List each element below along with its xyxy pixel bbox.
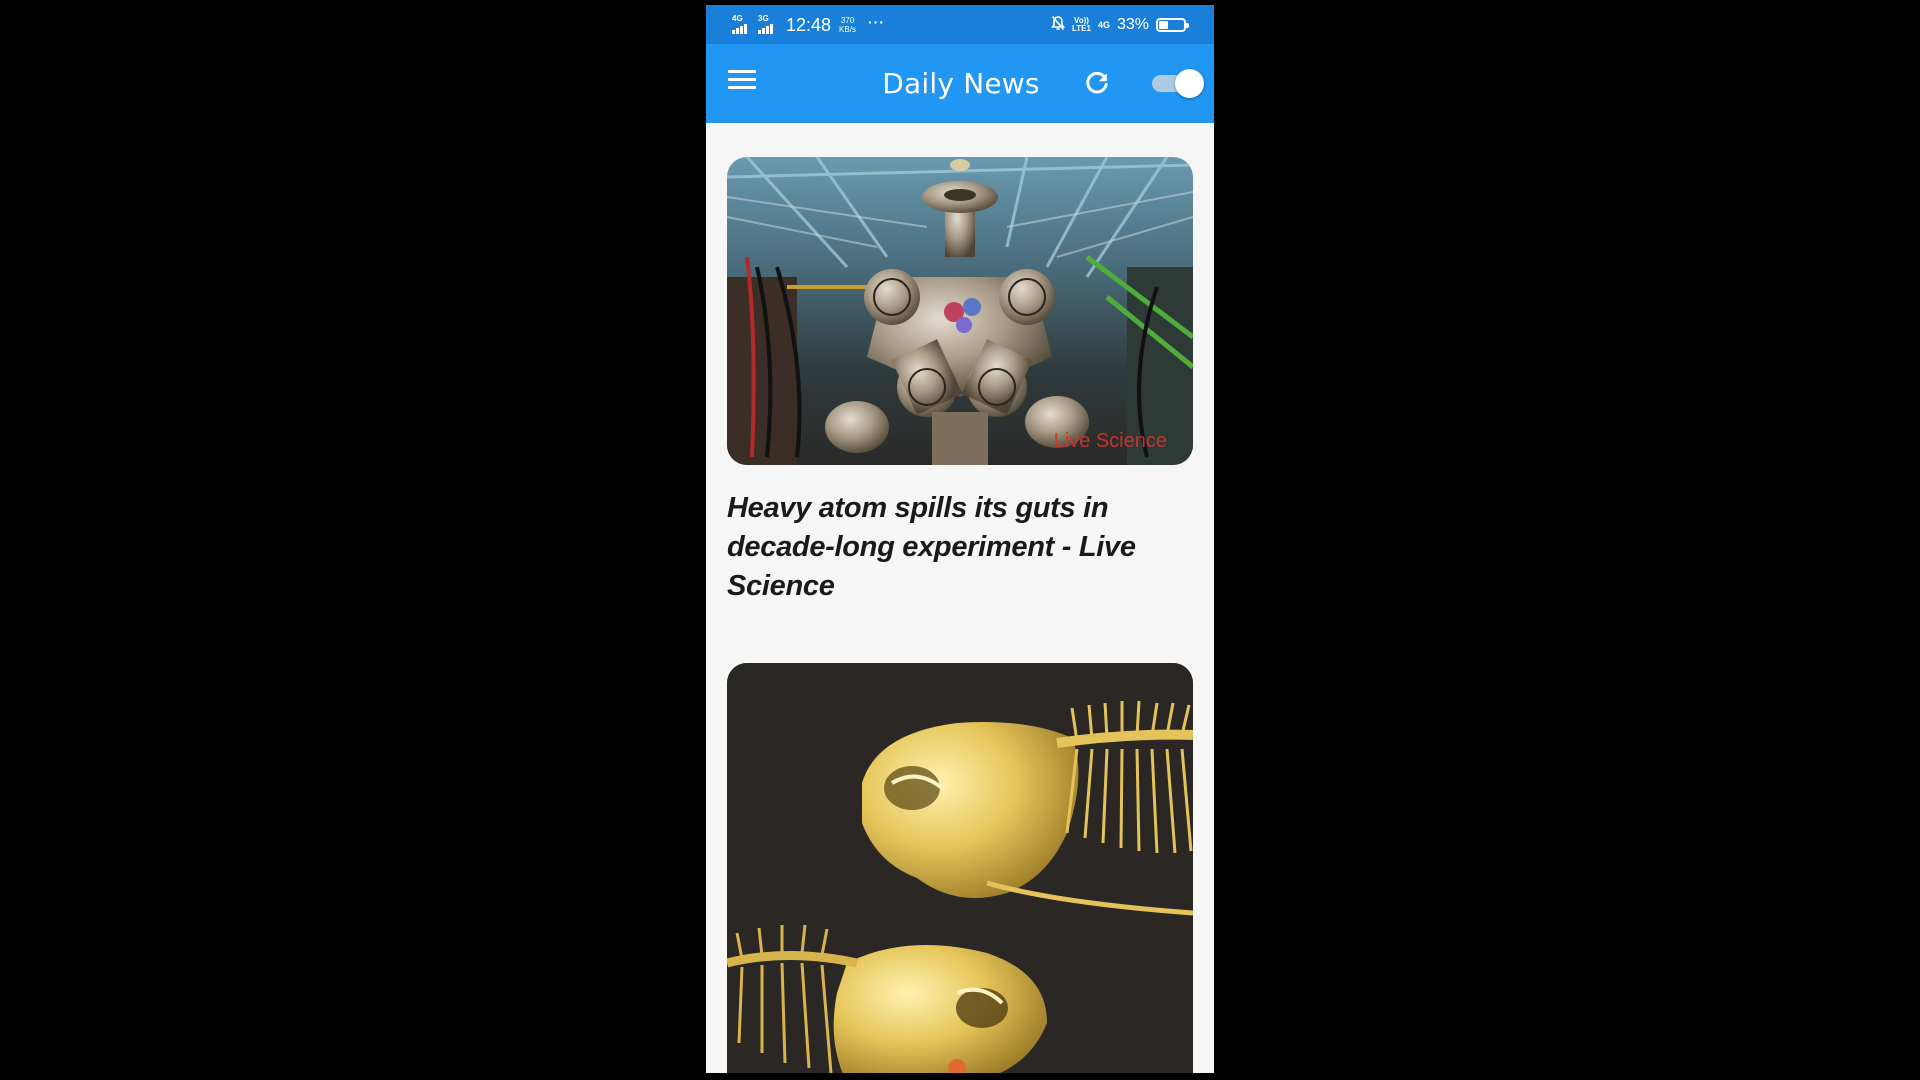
battery-icon [1156,18,1189,32]
menu-button[interactable] [728,70,756,94]
status-bar: 4G 3G 12:48 370 KB/s ··· Vo)) LTE1 4G 33… [706,5,1214,44]
status-bar-right: Vo)) LTE1 4G 33% [1050,13,1189,37]
battery-level-fill [1159,21,1168,29]
network-type-label: 4G [1097,19,1110,30]
more-notifications-icon: ··· [867,14,885,30]
phone-screen: 4G 3G 12:48 370 KB/s ··· Vo)) LTE1 4G 33… [706,5,1214,1073]
network-speed-value: 370 [840,16,855,25]
app-title: Daily News [882,67,1040,100]
refresh-icon [1086,71,1108,94]
toggle-thumb [1175,69,1204,98]
signal-strength-icon: 4G [732,14,752,34]
menu-icon [728,70,756,89]
network-speed-unit: KB/s [839,25,856,34]
article-headline[interactable]: Heavy atom spills its guts in decade-lon… [727,489,1193,606]
news-feed[interactable]: Live Science Heavy atom spills its guts … [706,123,1214,1073]
theme-toggle-switch[interactable] [1149,68,1205,98]
battery-percentage: 33% [1116,16,1149,33]
volte-indicator: Vo)) LTE1 [1072,17,1091,33]
article-image[interactable]: Live Science [727,157,1193,465]
app-bar: Daily News [706,44,1214,123]
article-image[interactable] [727,663,1193,1073]
signal-network-label: 3G [758,14,769,23]
refresh-button[interactable] [1082,68,1112,98]
signal-strength-icon: 3G [758,14,778,34]
image-watermark: Live Science [1053,430,1167,452]
lte-label: LTE1 [1071,24,1091,33]
fish-skeleton-scan-image [727,663,1193,1073]
status-bar-left: 4G 3G 12:48 370 KB/s ··· [732,13,885,37]
news-card[interactable]: Live Science Heavy atom spills its guts … [727,157,1193,606]
mute-icon [1050,15,1066,36]
signal-network-label: 4G [732,14,743,23]
status-time: 12:48 [786,14,832,35]
particle-detector-image [727,157,1193,465]
news-card[interactable] [727,663,1193,1073]
network-speed: 370 KB/s [839,16,856,34]
